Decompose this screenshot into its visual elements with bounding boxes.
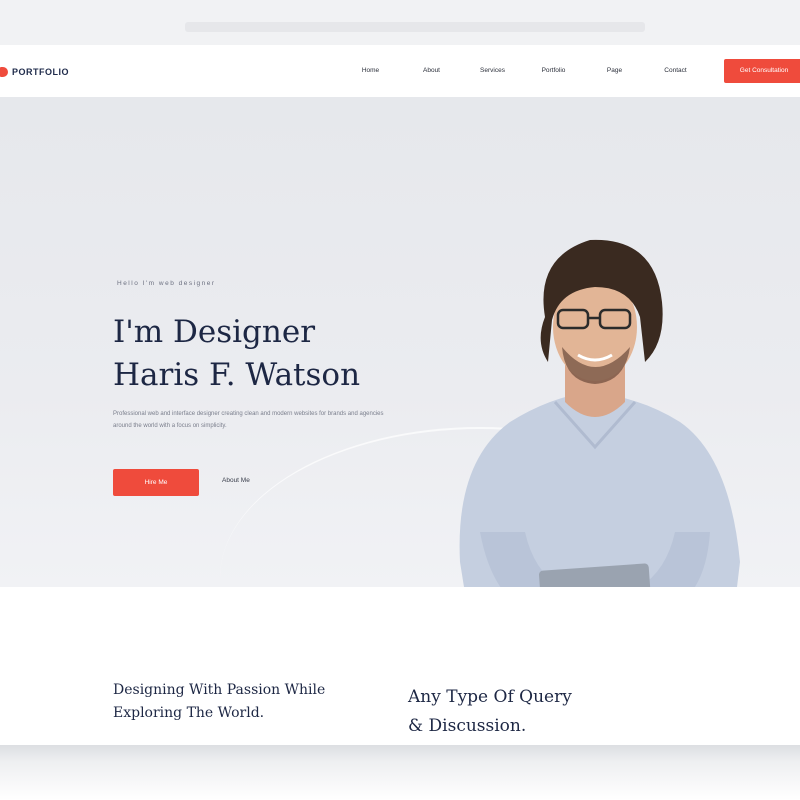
hero-section: Hello I'm web designer I'm Designer Hari… <box>0 97 800 587</box>
address-bar[interactable] <box>185 22 645 32</box>
nav-item-portfolio[interactable]: Portfolio <box>523 65 584 77</box>
logo[interactable]: PORTFOLIO <box>0 65 69 79</box>
designer-portrait <box>459 239 740 587</box>
about-me-link[interactable]: About Me <box>222 477 250 484</box>
feature-heading-query: Any Type Of Query & Discussion. <box>408 683 572 741</box>
nav-item-page[interactable]: Page <box>584 65 645 77</box>
website-frame: PORTFOLIO Home About Services Portfolio … <box>0 45 800 745</box>
feature-heading-passion-line-1: Designing With Passion While <box>113 682 326 698</box>
hero-title-line-2: Haris F. Watson <box>113 357 361 393</box>
nav-item-contact[interactable]: Contact <box>645 65 706 77</box>
nav-item-services[interactable]: Services <box>462 65 523 77</box>
hero-eyebrow: Hello I'm web designer <box>117 280 216 287</box>
hero-title: I'm Designer Haris F. Watson <box>113 311 433 397</box>
main-nav: Home About Services Portfolio Page Conta… <box>340 65 706 77</box>
logo-mark-icon <box>0 67 8 77</box>
site-header: PORTFOLIO Home About Services Portfolio … <box>0 45 800 98</box>
nav-item-about[interactable]: About <box>401 65 462 77</box>
hero-title-line-1: I'm Designer <box>113 314 316 350</box>
header-cta-button[interactable]: Get Consultation <box>724 59 800 83</box>
feature-heading-passion-line-2: Exploring The World. <box>113 705 265 721</box>
hire-me-button[interactable]: Hire Me <box>113 469 199 496</box>
frame-shadow <box>0 745 800 800</box>
hero-description: Professional web and interface designer … <box>113 411 384 429</box>
browser-chrome <box>0 0 800 45</box>
logo-text: PORTFOLIO <box>12 67 69 77</box>
features-section: Designing With Passion While Exploring T… <box>0 587 800 745</box>
nav-item-home[interactable]: Home <box>340 65 401 77</box>
feature-heading-query-line-2: & Discussion. <box>408 716 527 736</box>
feature-heading-query-line-1: Any Type Of Query <box>408 687 572 707</box>
feature-heading-passion: Designing With Passion While Exploring T… <box>113 679 325 725</box>
